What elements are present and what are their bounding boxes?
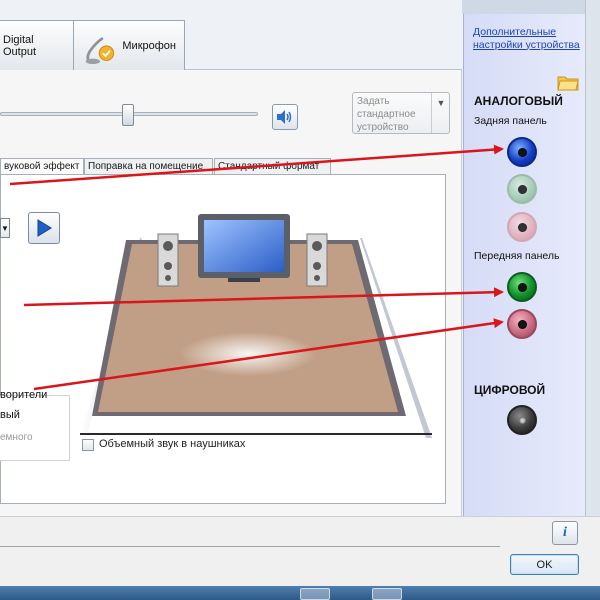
window-right-edge xyxy=(585,0,600,586)
play-test-button[interactable] xyxy=(28,212,60,244)
dialog-footer xyxy=(0,516,600,586)
tab-microphone[interactable]: Микрофон xyxy=(73,20,185,70)
play-icon xyxy=(37,219,52,237)
digital-output-jack[interactable] xyxy=(507,405,537,435)
front-mic-jack[interactable] xyxy=(507,309,537,339)
option-label-1[interactable]: ворители xyxy=(0,389,47,401)
right-speaker-graphic xyxy=(306,233,328,287)
set-default-device-label: Задать стандартное устройство xyxy=(357,96,416,133)
subtab-default-format[interactable]: Стандартный формат xyxy=(214,158,331,174)
footer-line xyxy=(0,546,500,547)
info-button[interactable]: i xyxy=(552,521,578,545)
left-speaker-graphic xyxy=(157,233,179,287)
advanced-device-settings-link[interactable]: Дополнительные настройки устройства xyxy=(473,26,581,51)
split-divider xyxy=(431,93,432,133)
environment-dropdown[interactable]: ▼ xyxy=(0,218,10,238)
tab-digital-output[interactable]: Digital Output xyxy=(0,20,74,70)
rear-mic-jack[interactable] xyxy=(507,212,537,242)
front-panel-label: Передняя панель xyxy=(474,250,560,262)
mute-button[interactable] xyxy=(272,104,298,130)
taskbar-item[interactable] xyxy=(300,588,330,600)
rear-line-out-jack[interactable] xyxy=(507,174,537,204)
set-default-device-button[interactable]: Задать стандартное устройство ▼ xyxy=(352,92,450,134)
speaker-options-group xyxy=(0,395,70,461)
analog-heading: АНАЛОГОВЫЙ xyxy=(474,94,563,108)
front-headphone-jack[interactable] xyxy=(507,272,537,302)
rear-panel-label: Задняя панель xyxy=(474,115,547,127)
option-label-3: емного xyxy=(0,432,33,443)
option-label-2[interactable]: вый xyxy=(0,409,20,421)
subtab-sound-effect[interactable]: вуковой эффект xyxy=(0,158,84,174)
speaker-volume-icon xyxy=(277,110,292,124)
subtab-room-correction[interactable]: Поправка на помещение xyxy=(84,158,213,174)
info-icon: i xyxy=(563,525,567,540)
tab-microphone-label: Микрофон xyxy=(122,39,176,52)
chevron-down-icon[interactable]: ▼ xyxy=(433,95,449,131)
microphone-icon xyxy=(85,36,115,64)
surround-headphones-checkbox[interactable] xyxy=(82,439,94,451)
rear-line-in-jack[interactable] xyxy=(507,137,537,167)
ok-button[interactable]: OK xyxy=(510,554,579,575)
surround-headphones-label: Объемный звук в наушниках xyxy=(99,438,246,450)
tab-digital-output-label: Digital Output xyxy=(3,33,37,58)
folder-icon[interactable] xyxy=(557,72,579,92)
room-illustration xyxy=(80,214,432,438)
taskbar-item[interactable] xyxy=(372,588,402,600)
volume-slider-thumb[interactable] xyxy=(122,104,134,126)
footer-divider xyxy=(0,516,600,517)
digital-heading: ЦИФРОВОЙ xyxy=(474,383,546,397)
